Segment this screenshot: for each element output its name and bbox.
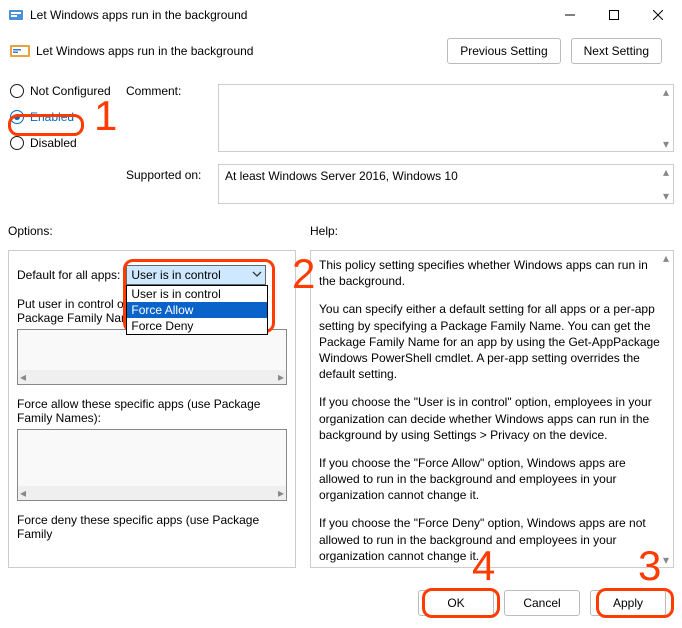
help-panel: This policy setting specifies whether Wi… <box>310 250 674 568</box>
radio-label: Disabled <box>30 136 77 150</box>
dropdown-value: User is in control <box>127 266 265 284</box>
radio-icon <box>10 136 24 150</box>
title-bar: Let Windows apps run in the background <box>0 0 682 30</box>
default-for-all-apps-dropdown[interactable]: User is in control User is in control Fo… <box>126 265 266 285</box>
close-button[interactable] <box>636 0 680 30</box>
previous-setting-button[interactable]: Previous Setting <box>447 38 560 64</box>
scroll-up-icon[interactable]: ▴ <box>663 85 669 99</box>
scroll-up-icon[interactable]: ▴ <box>663 251 669 265</box>
comment-textarea[interactable]: ▴ ▾ <box>218 84 674 152</box>
dropdown-list[interactable]: User is in control Force Allow Force Den… <box>126 285 268 335</box>
scroll-right-icon[interactable]: ▸ <box>278 486 284 500</box>
scroll-down-icon[interactable]: ▾ <box>663 189 669 203</box>
supported-on-box: At least Windows Server 2016, Windows 10… <box>218 164 674 204</box>
scroll-right-icon[interactable]: ▸ <box>278 370 284 384</box>
sub-header: Let Windows apps run in the background P… <box>0 30 682 72</box>
help-paragraph: This policy setting specifies whether Wi… <box>319 257 665 289</box>
next-setting-button[interactable]: Next Setting <box>571 38 662 64</box>
user-control-list-label: Put user in control of <box>17 297 127 311</box>
dropdown-option[interactable]: User is in control <box>127 286 267 302</box>
help-paragraph: If you choose the "Force Deny" option, W… <box>319 515 665 564</box>
help-paragraph: If you choose the "Force Allow" option, … <box>319 455 665 504</box>
radio-icon <box>10 110 24 124</box>
options-panel: Default for all apps: User is in control… <box>8 250 296 568</box>
supported-on-text: At least Windows Server 2016, Windows 10 <box>225 169 458 183</box>
comment-label: Comment: <box>126 84 212 98</box>
help-section-label: Help: <box>310 224 338 238</box>
help-paragraph: If you choose the "User is in control" o… <box>319 394 665 443</box>
user-control-list-label: Package Family Nam <box>17 311 131 325</box>
cancel-button[interactable]: Cancel <box>504 590 580 616</box>
dropdown-option[interactable]: Force Deny <box>127 318 267 334</box>
minimize-button[interactable] <box>548 0 592 30</box>
radio-icon <box>10 84 24 98</box>
maximize-button[interactable] <box>592 0 636 30</box>
radio-label: Not Configured <box>30 84 111 98</box>
options-section-label: Options: <box>8 224 53 238</box>
scroll-left-icon[interactable]: ◂ <box>20 370 26 384</box>
force-allow-list-label: Force allow these specific apps (use Pac… <box>17 397 287 425</box>
user-control-listbox[interactable]: ◂ ▸ <box>17 329 287 385</box>
scroll-down-icon[interactable]: ▾ <box>663 553 669 567</box>
dialog-button-bar: OK Cancel Apply <box>0 578 682 628</box>
default-for-all-apps-label: Default for all apps: <box>17 268 120 282</box>
help-paragraph: You can specify either a default setting… <box>319 301 665 382</box>
supported-on-label: Supported on: <box>126 168 201 182</box>
force-deny-list-label: Force deny these specific apps (use Pack… <box>17 513 287 541</box>
policy-title: Let Windows apps run in the background <box>36 44 447 58</box>
chevron-down-icon <box>251 268 263 283</box>
policy-icon <box>8 7 24 23</box>
apply-button[interactable]: Apply <box>590 590 666 616</box>
scroll-up-icon[interactable]: ▴ <box>663 165 669 179</box>
scroll-left-icon[interactable]: ◂ <box>20 486 26 500</box>
policy-icon <box>10 43 30 59</box>
ok-button[interactable]: OK <box>418 590 494 616</box>
dropdown-option[interactable]: Force Allow <box>127 302 267 318</box>
radio-label: Enabled <box>30 110 74 124</box>
window-title: Let Windows apps run in the background <box>30 8 548 22</box>
force-allow-listbox[interactable]: ◂ ▸ <box>17 429 287 501</box>
scroll-down-icon[interactable]: ▾ <box>663 137 669 151</box>
